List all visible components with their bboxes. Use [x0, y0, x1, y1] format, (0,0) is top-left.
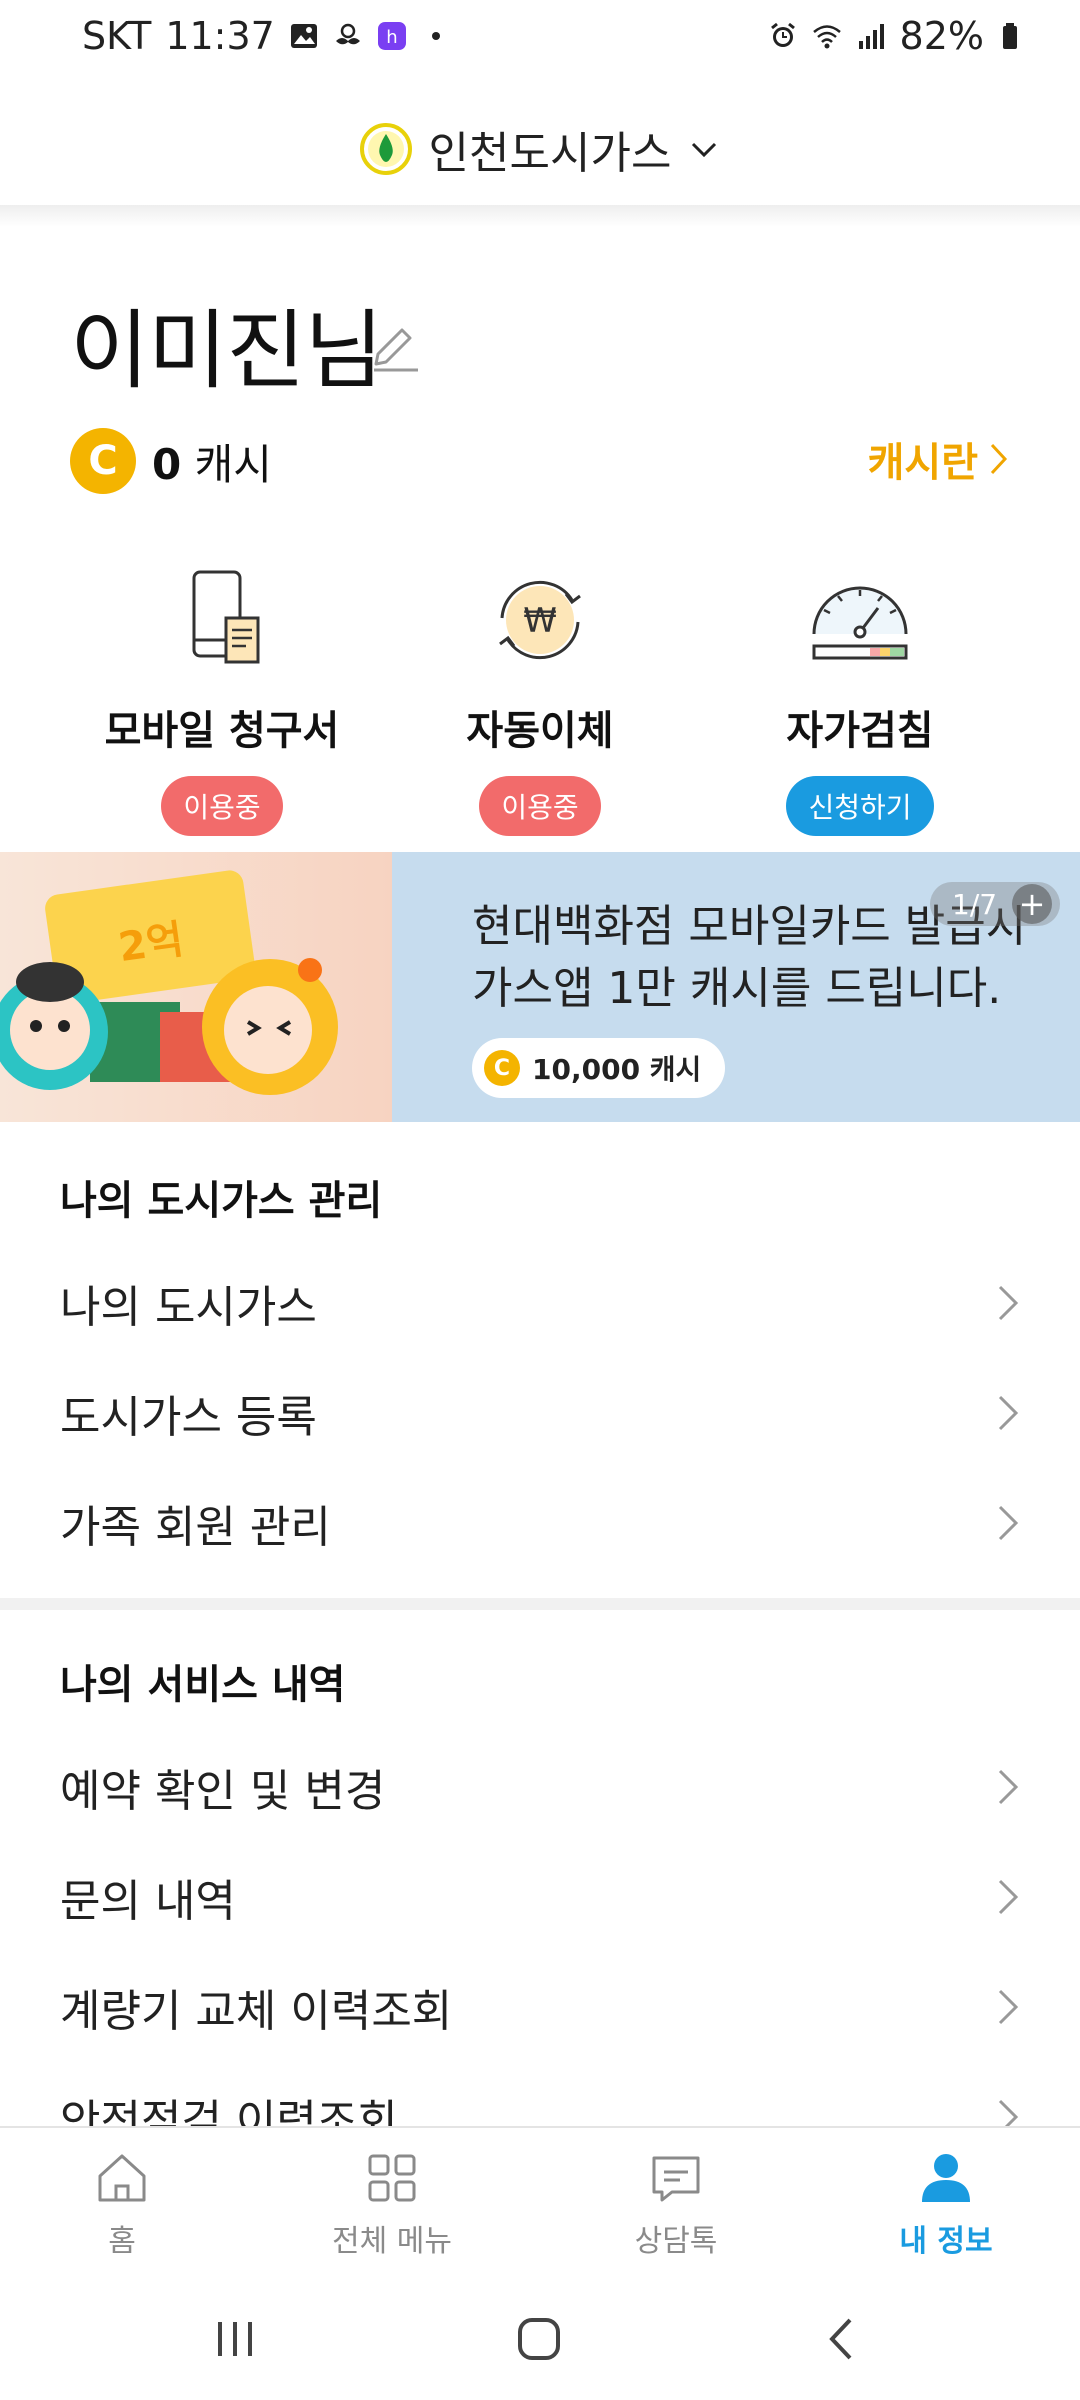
system-navigation-bar — [0, 2280, 1080, 2400]
alarm-icon — [770, 22, 795, 47]
cash-coin-icon: C — [484, 1050, 520, 1086]
cash-amount-text: 0 캐시 — [152, 431, 272, 492]
cash-unit: 캐시 — [194, 439, 272, 489]
mobile-bill-icon — [192, 570, 260, 664]
service-mobile-bill[interactable]: 모바일 청구서 이용중 — [72, 560, 372, 836]
service-label: 자동이체 — [466, 708, 614, 754]
cash-balance: C 0 캐시 — [70, 428, 272, 494]
menu-item-reservation[interactable]: 예약 확인 및 변경 — [0, 1732, 1080, 1842]
menu-item-meter-history[interactable]: 계량기 교체 이력조회 — [0, 1952, 1080, 2062]
reward-pill: C 10,000 캐시 — [472, 1038, 726, 1098]
header-divider — [0, 205, 1080, 227]
chevron-right-icon — [998, 1395, 1019, 1431]
battery-percent: 82% — [899, 14, 984, 58]
chevron-right-icon — [990, 443, 1008, 475]
battery-icon — [1003, 23, 1017, 49]
status-badge: 이용중 — [479, 776, 601, 836]
section-divider — [0, 1598, 1080, 1610]
status-left: SKT 11:37 h — [82, 14, 451, 58]
home-icon — [98, 2154, 146, 2202]
chevron-right-icon — [998, 1879, 1019, 1915]
banner-page-counter[interactable]: 1/7 + — [930, 882, 1060, 926]
svg-text:₩: ₩ — [523, 601, 557, 641]
nav-home[interactable]: 홈 — [22, 2148, 222, 2260]
back-button-icon[interactable] — [820, 2314, 860, 2364]
nav-my-info[interactable]: 내 정보 — [846, 2148, 1046, 2260]
menu-item-label: 예약 확인 및 변경 — [60, 1766, 386, 1817]
status-bar: SKT 11:37 h 82% — [0, 0, 1080, 80]
menu-item-inquiries[interactable]: 문의 내역 — [0, 1842, 1080, 1952]
nav-chat[interactable]: 상담톡 — [576, 2148, 776, 2260]
gallery-notification-icon — [290, 24, 317, 48]
banner-counter-text: 1/7 — [952, 887, 998, 921]
menu-item-family-members[interactable]: 가족 회원 관리 — [0, 1468, 1080, 1578]
menu-item-label: 계량기 교체 이력조회 — [60, 1986, 453, 2037]
mustache-notification-icon — [335, 23, 360, 45]
svg-text:h: h — [386, 27, 397, 48]
reward-amount: 10,000 캐시 — [532, 1053, 702, 1086]
promo-banner[interactable]: 2억 현대백화점 모바일카드 발급시 가스앱 1만 캐시를 드립니다. C 10… — [0, 852, 1080, 1122]
signal-icon — [858, 24, 884, 49]
status-right: 82% — [768, 14, 1028, 58]
edit-name-icon[interactable] — [366, 320, 422, 376]
nav-label: 내 정보 — [899, 2224, 993, 2259]
bottom-navigation: 홈 전체 메뉴 상담톡 내 정보 — [0, 2126, 1080, 2282]
wifi-icon — [812, 25, 841, 49]
menu-item-label: 도시가스 등록 — [60, 1392, 317, 1443]
chevron-right-icon — [998, 1505, 1019, 1541]
cash-info-label: 캐시란 — [867, 440, 978, 486]
carrier-label: SKT — [82, 14, 152, 58]
status-badge: 이용중 — [161, 776, 283, 836]
nav-label: 상담톡 — [634, 2224, 718, 2259]
menu-item-label: 문의 내역 — [60, 1876, 236, 1927]
menu-item-label: 가족 회원 관리 — [60, 1502, 331, 1553]
grid-menu-icon — [368, 2154, 416, 2202]
person-icon — [922, 2154, 970, 2202]
menu-item-gas-register[interactable]: 도시가스 등록 — [0, 1358, 1080, 1468]
menu-item-my-gas[interactable]: 나의 도시가스 — [0, 1248, 1080, 1358]
meter-gauge-icon — [812, 586, 908, 660]
nav-label: 홈 — [108, 2224, 136, 2259]
cash-info-link[interactable]: 캐시란 — [868, 430, 1010, 488]
chevron-down-icon — [692, 142, 717, 158]
chevron-right-icon — [998, 1769, 1019, 1805]
app-h-notification-icon: h — [377, 22, 406, 50]
auto-transfer-icon: ₩ — [499, 580, 581, 660]
status-badge: 신청하기 — [786, 776, 934, 836]
service-auto-transfer[interactable]: ₩ 자동이체 이용중 — [390, 560, 690, 836]
menu-item-label: 나의 도시가스 — [60, 1282, 317, 1333]
banner-line-2: 가스앱 1만 캐시를 드립니다. — [472, 963, 1002, 1014]
dot-indicator-icon — [431, 32, 440, 40]
cash-coin-icon: C — [70, 428, 136, 494]
banner-illustration: 2억 — [0, 852, 392, 1122]
service-label: 자가검침 — [786, 708, 934, 754]
recent-apps-icon[interactable] — [212, 2316, 258, 2362]
nav-all-menu[interactable]: 전체 메뉴 — [292, 2148, 492, 2260]
home-button-icon[interactable] — [514, 2314, 564, 2364]
chevron-right-icon — [998, 1989, 1019, 2025]
service-label: 모바일 청구서 — [104, 708, 340, 754]
chevron-right-icon — [998, 1285, 1019, 1321]
clock: 11:37 — [165, 14, 275, 58]
nav-label: 전체 메뉴 — [332, 2224, 452, 2259]
company-logo-icon — [359, 123, 412, 175]
section-title-gas-management: 나의 도시가스 관리 — [60, 1178, 383, 1224]
company-selector[interactable]: 인천도시가스 — [0, 90, 1080, 208]
company-name: 인천도시가스 — [428, 128, 672, 179]
plus-icon: + — [1012, 884, 1052, 924]
chat-icon — [652, 2156, 700, 2202]
mascot-illustration-icon: 2억 — [0, 870, 338, 1095]
service-self-meter[interactable]: 자가검침 신청하기 — [710, 560, 1010, 836]
svg-text:2억: 2억 — [116, 917, 186, 972]
cash-amount: 0 — [152, 439, 182, 489]
user-name: 이미진님 — [70, 301, 383, 401]
section-title-service-history: 나의 서비스 내역 — [60, 1662, 346, 1708]
